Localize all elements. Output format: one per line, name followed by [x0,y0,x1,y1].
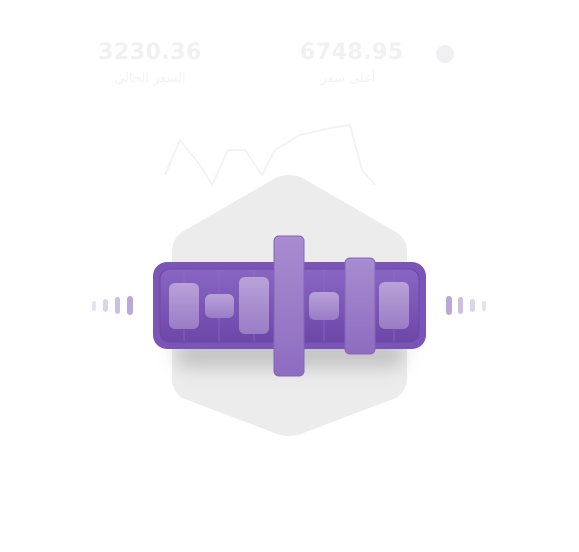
candle-tall [344,257,376,355]
left-bars-icon [92,296,133,315]
candle [205,294,234,318]
candle [309,292,339,320]
candle [239,277,269,334]
right-bars-icon [446,296,486,315]
candlestick-illustration [92,123,486,436]
candle-tall [273,235,305,377]
candle [169,283,199,329]
ghost-line-chart [164,123,376,188]
candle [379,282,409,329]
